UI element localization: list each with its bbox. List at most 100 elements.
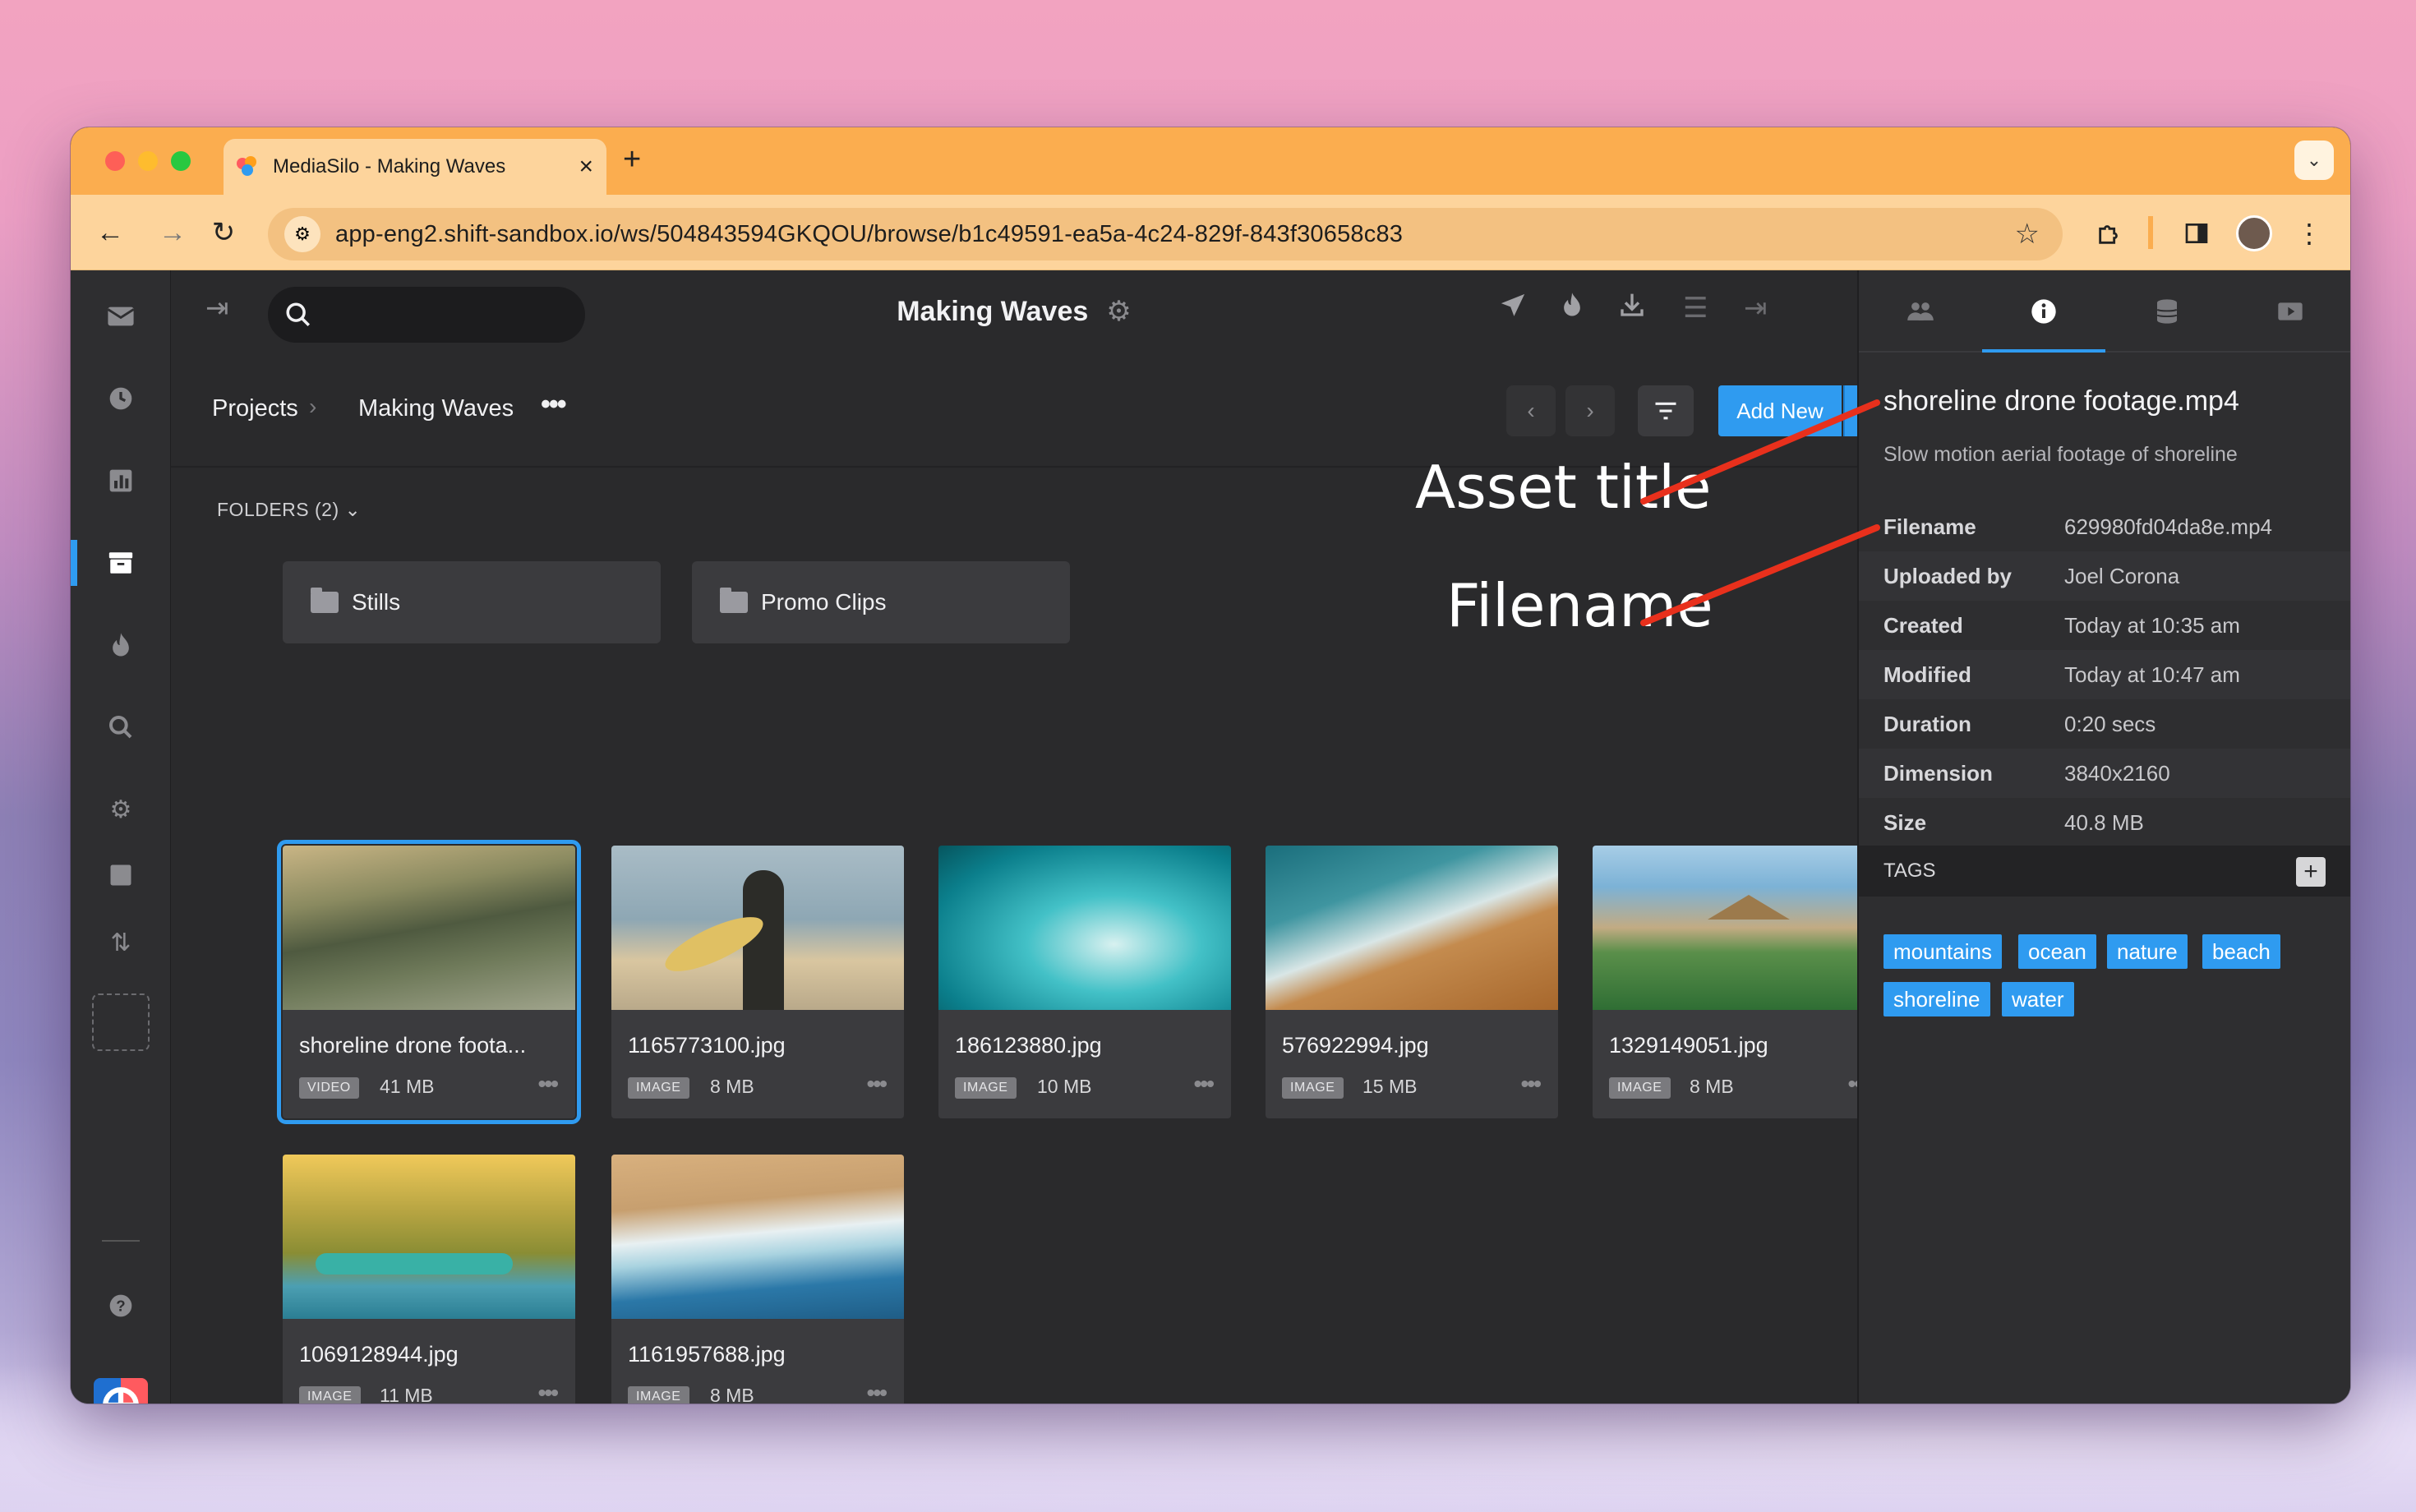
url-text[interactable]: app-eng2.shift-sandbox.io/ws/504843594GK… [335,221,2015,248]
next-page-button[interactable]: › [1565,385,1615,436]
clock-icon[interactable] [71,376,171,422]
tag-chip[interactable]: shoreline [1883,982,1990,1016]
asset-description[interactable]: Slow motion aerial footage of shoreline [1883,443,2238,467]
chevron-right-icon: › [309,394,317,419]
tag-chip[interactable]: mountains [1883,934,2002,969]
close-window-button[interactable] [105,151,125,171]
asset-more-icon[interactable]: ••• [867,1071,888,1097]
asset-more-icon[interactable]: ••• [1521,1071,1542,1097]
metadata-value: Joel Corona [2064,563,2180,588]
asset-detail-title[interactable]: shoreline drone footage.mp4 [1883,385,2239,417]
metadata-row: Size 40.8 MB [1859,798,2350,847]
folder-card[interactable]: Promo Clips [692,561,1070,643]
browser-menu-icon[interactable]: ⋮ [2293,213,2326,254]
folders-header[interactable]: FOLDERS (2) ⌄ [217,499,361,521]
workspace-logo[interactable] [94,1378,148,1404]
tab-close-icon[interactable]: × [579,154,593,179]
rail-divider [102,1240,140,1242]
asset-size: 41 MB [380,1076,435,1097]
inbox-icon[interactable] [71,293,171,339]
tag-chip[interactable]: beach [2202,934,2280,969]
archive-icon[interactable] [71,540,171,586]
add-new-button[interactable]: Add New [1718,385,1842,436]
square-icon[interactable] [71,852,171,898]
tag-chip[interactable]: ocean [2018,934,2096,969]
download-icon[interactable] [1619,292,1645,325]
breadcrumb-current[interactable]: Making Waves [358,395,514,422]
project-title-bar: Making Waves ⚙ [171,295,1857,328]
address-bar[interactable]: ⚙ app-eng2.shift-sandbox.io/ws/504843594… [268,208,2063,260]
project-more-button[interactable]: ••• [541,389,567,421]
asset-more-icon[interactable]: ••• [1194,1071,1215,1097]
send-icon[interactable] [1499,292,1527,327]
metadata-row: Dimension 3840x2160 [1859,749,2350,798]
metadata-key: Filename [1883,514,1976,539]
side-panel-icon[interactable] [2176,213,2217,254]
asset-type-badge: VIDEO [299,1077,359,1099]
site-settings-icon[interactable]: ⚙ [284,216,320,252]
prev-page-button[interactable]: ‹ [1506,385,1556,436]
list-icon[interactable]: ☰ [1683,292,1708,325]
folders-header-label: FOLDERS (2) [217,499,339,520]
folder-card[interactable]: Stills [283,561,661,643]
asset-type-badge: IMAGE [1282,1077,1344,1099]
asset-thumbnail [283,846,575,1010]
extensions-icon[interactable] [2089,213,2130,254]
back-icon[interactable]: ← [89,211,131,254]
asset-card[interactable]: shoreline drone foota... VIDEO 41 MB ••• [277,840,581,1124]
asset-more-icon[interactable]: ••• [538,1380,559,1404]
asset-size: 10 MB [1037,1076,1092,1097]
tags-header: TAGS + [1859,846,2350,897]
sort-arrows-icon[interactable]: ⇅ [71,920,171,966]
asset-more-icon[interactable]: ••• [538,1071,559,1097]
asset-card[interactable]: 1069128944.jpg IMAGE 11 MB ••• [283,1155,575,1404]
asset-card[interactable]: 1161957688.jpg IMAGE 8 MB ••• [611,1155,904,1404]
help-icon[interactable]: ? [71,1283,171,1329]
app-topbar: ⇥ Making Waves ⚙ ☰ ⇥ [171,270,1857,353]
bookmark-star-icon[interactable]: ☆ [2015,218,2040,251]
new-tab-button[interactable]: + [623,144,641,175]
forward-icon[interactable]: → [151,211,194,254]
search-icon[interactable] [71,704,171,750]
toolbar-divider [2148,216,2153,249]
metadata-row: Duration 0:20 secs [1859,699,2350,749]
tag-chip[interactable]: water [2002,982,2074,1016]
collapse-right-icon[interactable]: ⇥ [1744,292,1768,325]
tab-search-chevron-icon[interactable]: ⌄ [2294,141,2334,180]
asset-thumbnail [611,846,904,1010]
filter-button[interactable] [1638,385,1694,436]
metadata-row: Filename 629980fd04da8e.mp4 [1859,502,2350,551]
maximize-window-button[interactable] [171,151,191,171]
info-icon[interactable] [1982,293,2105,330]
drop-zone[interactable] [92,993,150,1051]
metadata-value: Today at 10:47 am [2064,662,2240,687]
folder-label: Stills [352,589,401,615]
minimize-window-button[interactable] [138,151,158,171]
add-tag-button[interactable]: + [2296,857,2326,887]
asset-type-badge: IMAGE [299,1386,361,1404]
asset-type-badge: IMAGE [955,1077,1017,1099]
active-tab-indicator [1982,349,2105,353]
profile-avatar[interactable] [2234,213,2275,254]
asset-more-icon[interactable]: ••• [867,1380,888,1404]
folder-icon [311,588,339,613]
asset-thumbnail [1266,846,1558,1010]
mediasilo-app: ⚙ ⇅ ? JC ⇥ [71,270,2350,1404]
database-icon[interactable] [2105,293,2229,330]
flame-icon[interactable] [71,622,171,668]
users-icon[interactable] [1859,293,1982,330]
tag-chip[interactable]: nature [2107,934,2188,969]
gear-icon[interactable]: ⚙ [71,786,171,832]
flame-icon[interactable] [1560,292,1584,325]
asset-card[interactable]: 576922994.jpg IMAGE 15 MB ••• [1266,846,1558,1118]
video-icon[interactable] [2229,293,2350,330]
chevron-down-icon: ⌄ [344,499,362,520]
analytics-icon[interactable] [71,458,171,504]
reload-icon[interactable]: ↻ [202,211,245,254]
asset-card[interactable]: 1329149051.jpg IMAGE 8 MB ••• [1593,846,1885,1118]
browser-tab-active[interactable]: MediaSilo - Making Waves × [224,139,606,195]
asset-card[interactable]: 1165773100.jpg IMAGE 8 MB ••• [611,846,904,1118]
asset-card[interactable]: 186123880.jpg IMAGE 10 MB ••• [938,846,1231,1118]
breadcrumb-projects[interactable]: Projects [212,395,298,422]
project-settings-gear-icon[interactable]: ⚙ [1106,296,1131,327]
